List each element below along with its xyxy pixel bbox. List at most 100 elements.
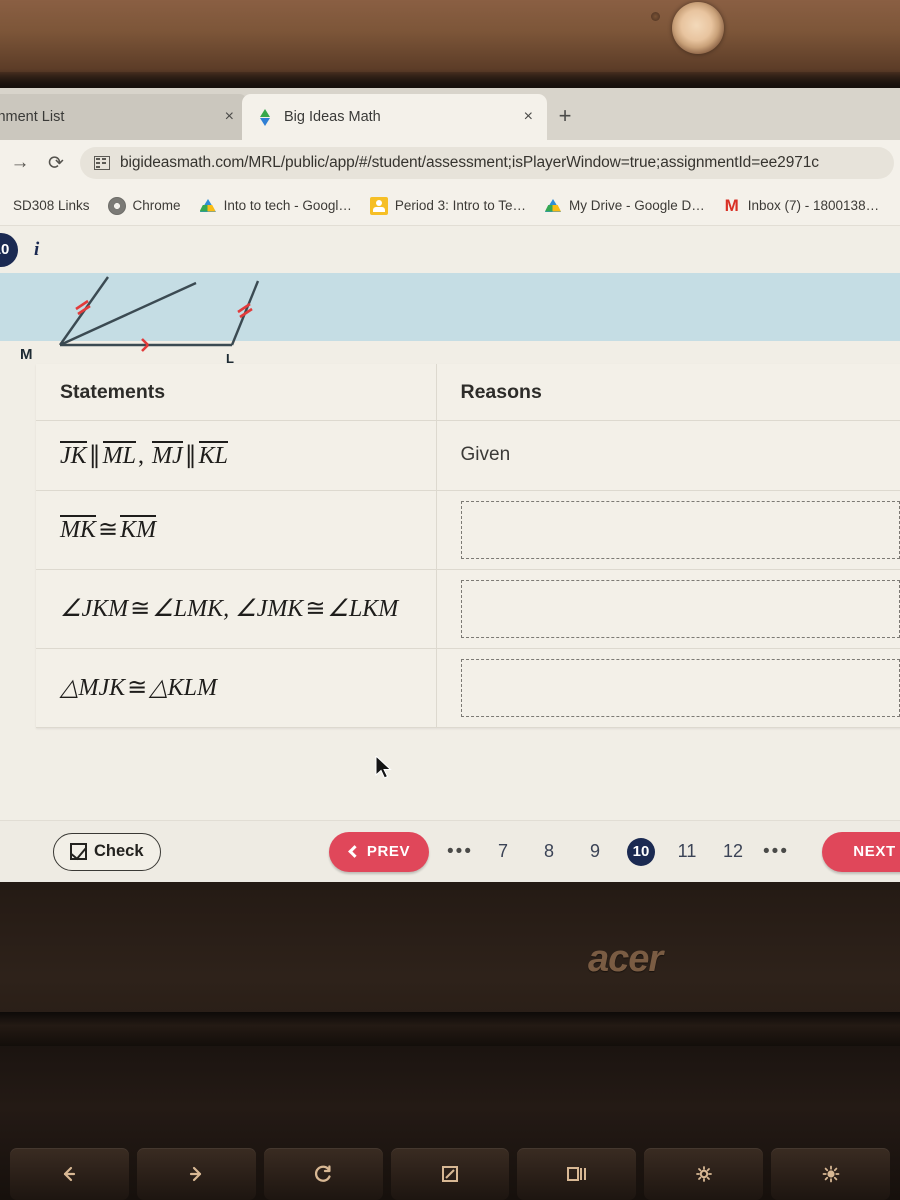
reason-cell xyxy=(436,490,900,570)
statement-cell: MK≅KM xyxy=(36,490,437,570)
browser-tab-big-ideas-math[interactable]: Big Ideas Math × xyxy=(242,94,547,140)
brightness-up-key[interactable] xyxy=(771,1148,891,1200)
chrome-icon xyxy=(107,196,126,215)
statement-math: JK∥ML, MJ∥KL xyxy=(60,440,229,469)
pagination-page-8[interactable]: 8 xyxy=(526,841,572,862)
parallelogram-diagram-svg: M L xyxy=(20,276,260,366)
tab-title: Big Ideas Math xyxy=(284,109,381,125)
prev-button[interactable]: PREV xyxy=(329,831,429,872)
laptop-top-bezel xyxy=(0,0,900,88)
bookmark-period-3[interactable]: Period 3: Intro to Te… xyxy=(369,196,526,215)
brightness-down-icon xyxy=(695,1166,712,1182)
bookmark-label: Chrome xyxy=(132,198,181,213)
pagination: ••• 7 8 9 10 11 12 ••• xyxy=(440,837,796,866)
bookmark-sd308-links[interactable]: SD308 Links xyxy=(0,197,90,215)
pagination-active-label: 10 xyxy=(627,837,655,866)
tab-title: Assignment List xyxy=(0,109,65,125)
prev-button-label: PREV xyxy=(366,843,411,860)
url-text: bigideasmath.com/MRL/public/app/#/studen… xyxy=(120,154,819,171)
forward-icon[interactable]: → xyxy=(2,145,38,181)
geometry-figure: M L xyxy=(0,273,900,366)
column-header-statements: Statements xyxy=(36,364,437,421)
statement-cell: JK∥ML, MJ∥KL xyxy=(36,420,437,491)
pagination-page-12[interactable]: 12 xyxy=(710,841,756,862)
pagination-page-11[interactable]: 11 xyxy=(664,841,710,862)
fullscreen-icon xyxy=(442,1166,458,1182)
pagination-ellipsis-left[interactable]: ••• xyxy=(440,841,480,863)
bookmark-my-drive[interactable]: My Drive - Google D… xyxy=(544,197,705,215)
omnibox[interactable]: bigideasmath.com/MRL/public/app/#/studen… xyxy=(80,147,894,179)
laptop-photo: Assignment List × Big Ideas Math × + → ⟳… xyxy=(0,0,900,1200)
gmail-icon: M xyxy=(724,195,739,215)
info-icon[interactable]: i xyxy=(34,239,39,261)
close-icon[interactable]: × xyxy=(520,109,537,125)
reason-dropzone[interactable] xyxy=(460,579,900,638)
reload-key[interactable] xyxy=(263,1148,383,1200)
reason-dropzone[interactable] xyxy=(460,658,900,717)
webcam-indicator-led-icon xyxy=(651,12,660,21)
arrow-right-icon xyxy=(190,1166,202,1182)
overview-key[interactable] xyxy=(517,1148,637,1200)
next-button-label: NEXT xyxy=(853,843,896,860)
statement-math: MK≅KM xyxy=(60,515,157,543)
assessment-viewport: 10 i xyxy=(0,226,900,882)
fullscreen-key[interactable] xyxy=(390,1148,510,1200)
webcam-lens-icon xyxy=(672,2,724,54)
browser-screen: Assignment List × Big Ideas Math × + → ⟳… xyxy=(0,88,900,882)
pagination-page-10-active[interactable]: 10 xyxy=(618,837,664,866)
bookmark-chrome[interactable]: Chrome xyxy=(107,196,181,215)
new-tab-button[interactable]: + xyxy=(548,100,582,134)
browser-tab-assignment-list[interactable]: Assignment List × xyxy=(0,94,248,140)
bookmark-label: My Drive - Google D… xyxy=(568,198,705,213)
assessment-action-bar: Check PREV ••• 7 8 9 10 11 12 ••• NEXT xyxy=(0,820,900,882)
next-button[interactable]: NEXT xyxy=(822,831,900,872)
google-classroom-icon xyxy=(369,196,388,215)
brightness-down-key[interactable] xyxy=(644,1148,764,1200)
bookmark-inbox[interactable]: M Inbox (7) - 1800138… xyxy=(723,195,880,215)
chevron-left-icon xyxy=(348,845,361,858)
bookmark-label: Period 3: Intro to Te… xyxy=(394,198,526,213)
checkbox-checked-icon xyxy=(70,843,87,860)
bookmark-label: SD308 Links xyxy=(13,198,90,213)
table-row: ∠JKM≅∠LMK, ∠JMK≅∠LKM xyxy=(36,569,900,649)
page-grid-icon xyxy=(94,156,110,170)
bookmarks-bar: SD308 Links Chrome Into to tech - Googl…… xyxy=(0,186,900,226)
bookmark-label: Into to tech - Googl… xyxy=(223,198,352,213)
function-key-row xyxy=(0,1148,900,1200)
reason-cell xyxy=(436,569,900,649)
proof-card: Statements Reasons JK∥ML, MJ∥KL Given MK… xyxy=(36,364,900,728)
check-button[interactable]: Check xyxy=(53,832,161,871)
reason-dropzone[interactable] xyxy=(460,500,900,559)
reason-cell: Given xyxy=(436,420,900,491)
reason-text: Given xyxy=(460,444,511,465)
browser-tabstrip: Assignment List × Big Ideas Math × + xyxy=(0,88,900,140)
window-overview-icon xyxy=(566,1167,586,1181)
table-row: JK∥ML, MJ∥KL Given xyxy=(36,420,900,491)
proof-table: Statements Reasons JK∥ML, MJ∥KL Given MK… xyxy=(36,364,900,728)
google-drive-icon xyxy=(544,197,562,215)
reason-cell xyxy=(436,648,900,728)
forward-key[interactable] xyxy=(136,1148,256,1200)
reload-icon[interactable]: ⟳ xyxy=(38,145,74,181)
column-header-reasons: Reasons xyxy=(436,364,900,421)
statement-math: △MJK≅△KLM xyxy=(60,675,218,701)
folder-icon xyxy=(0,197,6,215)
acer-brand-logo: acer xyxy=(588,938,663,980)
bigideas-arrows-icon xyxy=(256,108,273,126)
laptop-hinge xyxy=(0,1012,900,1046)
figure-vertex-label-m: M xyxy=(20,346,33,363)
statement-cell: △MJK≅△KLM xyxy=(36,648,437,728)
bookmark-label: Inbox (7) - 1800138… xyxy=(747,198,880,213)
pagination-ellipsis-right[interactable]: ••• xyxy=(756,841,796,863)
brightness-up-icon xyxy=(822,1165,839,1183)
pagination-page-7[interactable]: 7 xyxy=(480,841,526,862)
pagination-page-9[interactable]: 9 xyxy=(572,841,618,862)
back-key[interactable] xyxy=(10,1148,129,1200)
table-header-row: Statements Reasons xyxy=(36,364,900,421)
browser-toolbar: → ⟳ bigideasmath.com/MRL/public/app/#/st… xyxy=(0,140,900,186)
google-drive-icon xyxy=(199,197,217,215)
bookmark-into-to-tech[interactable]: Into to tech - Googl… xyxy=(199,197,352,215)
reload-icon xyxy=(315,1165,331,1182)
table-row: MK≅KM xyxy=(36,490,900,570)
close-icon[interactable]: × xyxy=(221,109,238,125)
